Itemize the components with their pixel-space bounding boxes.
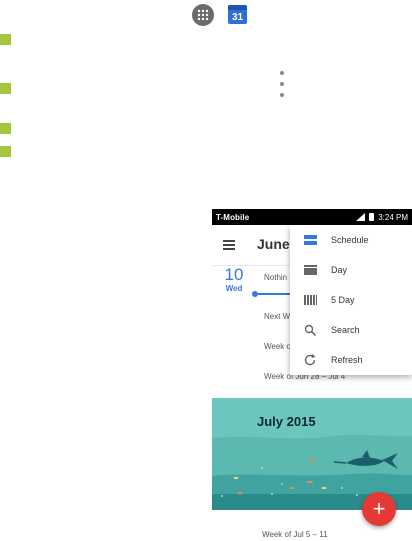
schedule-view-icon [304,235,317,245]
carrier-name: T-Mobile [216,212,250,222]
bullet-marker [0,146,11,157]
menu-item-day[interactable]: Day [290,255,412,285]
status-time: 3:24 PM [378,212,408,222]
menu-label: 5 Day [331,295,355,305]
date-number: 10 [224,265,244,284]
day-view-icon [304,265,317,275]
add-event-button[interactable]: + [362,492,396,526]
week-row[interactable]: Week o [264,342,291,351]
menu-item-search[interactable]: Search [290,315,412,345]
bullet-marker [0,123,11,134]
menu-label: Search [331,325,360,335]
menu-label: Refresh [331,355,363,365]
bullet-marker [0,83,11,94]
calendar-app-icon[interactable]: 31 [228,5,247,24]
date-day: Wed [225,284,243,293]
menu-item-refresh[interactable]: Refresh [290,345,412,375]
phone-screenshot: T-Mobile 3:24 PM June 10 Wed Nothin Next… [212,209,412,541]
menu-label: Schedule [331,235,369,245]
agenda-nothing-text: Nothin [264,273,288,282]
menu-icon[interactable] [223,240,235,250]
bullet-marker [0,34,11,45]
next-week-row[interactable]: Next W [264,312,290,321]
refresh-icon [304,354,316,366]
month-title[interactable]: June [257,236,290,252]
banner-month-title: July 2015 [257,414,316,429]
menu-item-5-day[interactable]: 5 Day [290,285,412,315]
status-bar: T-Mobile 3:24 PM [212,209,412,225]
menu-item-schedule[interactable]: Schedule [290,225,412,255]
menu-label: Day [331,265,348,275]
more-vert-icon[interactable] [278,71,286,97]
apps-grid-icon[interactable] [192,4,214,26]
calendar-icon-day: 31 [231,12,244,23]
battery-icon [369,213,375,221]
five-day-view-icon [304,295,317,305]
agenda-date[interactable]: 10 Wed [222,265,246,294]
week-of-jul-row[interactable]: Week of Jul 5 – 11 [262,530,328,539]
search-icon [304,324,317,336]
signal-icon [356,213,366,221]
overflow-menu: Schedule Day 5 Day Search Refresh [290,225,412,375]
